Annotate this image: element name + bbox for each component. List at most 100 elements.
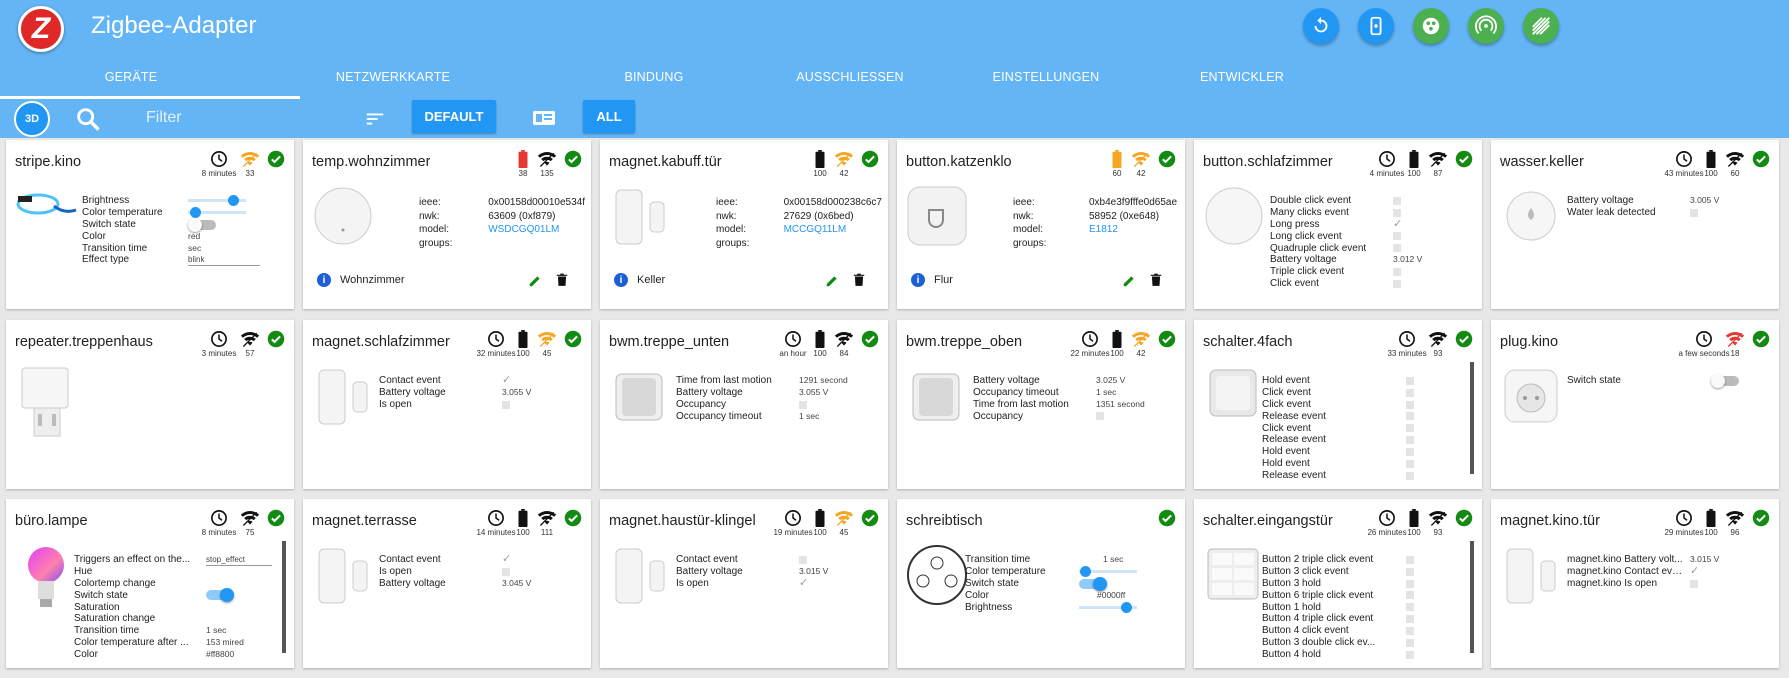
- device-card[interactable]: schreibtisch Transition time Color temper…: [897, 499, 1185, 668]
- checkbox[interactable]: [1406, 650, 1414, 659]
- checkbox[interactable]: [1690, 579, 1698, 588]
- checkbox[interactable]: [799, 555, 807, 564]
- checkbox[interactable]: [1406, 459, 1414, 468]
- device-card[interactable]: bwm.treppe_oben 22 minutes 100 42 Battery …: [897, 320, 1185, 489]
- touchlink-button[interactable]: [1413, 8, 1449, 44]
- tab-1[interactable]: NETZWERKKARTE: [293, 70, 493, 84]
- device-card[interactable]: magnet.terrasse 14 minutes 100 111 Contact…: [303, 499, 591, 668]
- info-icon[interactable]: i: [614, 273, 628, 287]
- device-card[interactable]: magnet.kabuff.tür 100 42 ieee: 0x00158d000…: [600, 140, 888, 309]
- state-slider[interactable]: [1079, 566, 1137, 578]
- checkbox[interactable]: [1406, 591, 1414, 600]
- device-card[interactable]: schalter.4fach 33 minutes 93 Hold event Cl…: [1194, 320, 1482, 489]
- checkbox[interactable]: [1406, 627, 1414, 636]
- device-name: repeater.treppenhaus: [15, 334, 153, 350]
- checkbox[interactable]: [1393, 279, 1401, 288]
- state-scrollbar[interactable]: [282, 541, 286, 653]
- state-value: 1 sec: [1103, 554, 1124, 564]
- checkbox[interactable]: [799, 400, 807, 409]
- state-list: Switch state: [1567, 375, 1685, 387]
- checkbox[interactable]: [1406, 388, 1414, 397]
- tab-2[interactable]: BINDUNG: [554, 70, 754, 84]
- device-card[interactable]: temp.wohnzimmer 38 135 ieee: 0x00158d00010…: [303, 140, 591, 309]
- default-view-button[interactable]: DEFAULT: [412, 100, 496, 133]
- edit-icon[interactable]: [1122, 274, 1136, 293]
- effect-select[interactable]: stop_effect: [206, 554, 272, 566]
- state-scrollbar[interactable]: [1470, 541, 1474, 653]
- delete-icon[interactable]: [556, 273, 568, 292]
- switch-toggle[interactable]: [1711, 373, 1739, 388]
- checkbox[interactable]: [1406, 376, 1414, 385]
- refresh-button[interactable]: [1303, 8, 1339, 44]
- model-link[interactable]: MCCGQ11LM: [784, 224, 886, 236]
- model-link[interactable]: WSDCGQ01LM: [488, 224, 589, 236]
- device-card[interactable]: büro.lampe 8 minutes 75 Triggers an effec…: [6, 499, 294, 668]
- filter-input[interactable]: [146, 107, 346, 129]
- tab-4[interactable]: EINSTELLUNGEN: [946, 70, 1146, 84]
- tab-3[interactable]: AUSSCHLIESSEN: [750, 70, 950, 84]
- device-card[interactable]: button.katzenklo 60 42 ieee: 0xb4e3f9fffe0…: [897, 140, 1185, 309]
- checkbox[interactable]: [1406, 471, 1414, 480]
- device-card[interactable]: magnet.kino.tür 29 minutes 100 96 magnet.k…: [1491, 499, 1779, 668]
- link-quality-icon: [240, 511, 260, 526]
- checkbox[interactable]: [1393, 196, 1401, 205]
- checkbox[interactable]: [1393, 232, 1401, 241]
- tab-5[interactable]: ENTWICKLER: [1142, 70, 1342, 84]
- state-label: Button 3 hold: [1262, 577, 1321, 589]
- checkbox[interactable]: [1690, 208, 1698, 217]
- card-view-icon[interactable]: [532, 109, 556, 127]
- checkbox[interactable]: [1406, 448, 1414, 457]
- effect-select[interactable]: blink: [188, 254, 260, 267]
- checkbox[interactable]: [1406, 400, 1414, 409]
- edit-icon[interactable]: [528, 274, 542, 293]
- state-label: Color: [82, 230, 106, 242]
- state-slider[interactable]: [188, 207, 246, 219]
- sort-icon[interactable]: [364, 108, 386, 130]
- switch-toggle[interactable]: [188, 217, 216, 232]
- 3d-view-button[interactable]: 3D: [14, 101, 50, 137]
- permit-join-button[interactable]: [1468, 8, 1504, 44]
- device-card[interactable]: schalter.eingangstür 26 minutes 100 93 But…: [1194, 499, 1482, 668]
- checkbox[interactable]: [1393, 244, 1401, 253]
- checkbox[interactable]: [502, 400, 510, 409]
- checkbox[interactable]: [1393, 268, 1401, 277]
- last-seen-text: 4 minutes: [1369, 169, 1405, 178]
- delete-icon[interactable]: [853, 273, 865, 292]
- switch-toggle[interactable]: [206, 588, 234, 603]
- info-icon[interactable]: i: [911, 273, 925, 287]
- checkbox[interactable]: [1406, 615, 1414, 624]
- pair-device-button[interactable]: [1358, 8, 1394, 44]
- network-map-button[interactable]: [1523, 8, 1559, 44]
- device-card[interactable]: plug.kino a few seconds 18 Switch state: [1491, 320, 1779, 489]
- state-scrollbar[interactable]: [1470, 362, 1474, 474]
- checkbox[interactable]: [1406, 555, 1414, 564]
- device-card[interactable]: bwm.treppe_unten an hour 100 84 Time from …: [600, 320, 888, 489]
- device-card[interactable]: stripe.kino 8 minutes 33 Brightness Color …: [6, 140, 294, 309]
- checkbox[interactable]: [1393, 208, 1401, 217]
- device-card[interactable]: magnet.haustür-klingel 19 minutes 100 45 C…: [600, 499, 888, 668]
- search-icon[interactable]: [74, 105, 102, 133]
- checkbox[interactable]: [502, 567, 510, 576]
- tab-0[interactable]: GERÄTE: [31, 70, 231, 84]
- edit-icon[interactable]: [825, 274, 839, 293]
- model-link[interactable]: E1812: [1089, 224, 1181, 236]
- all-filter-button[interactable]: ALL: [583, 100, 635, 133]
- checkbox[interactable]: [1406, 424, 1414, 433]
- switch-toggle[interactable]: [1079, 576, 1107, 591]
- checkbox[interactable]: [1406, 579, 1414, 588]
- device-card[interactable]: button.schlafzimmer 4 minutes 100 87 Doubl…: [1194, 140, 1482, 309]
- device-card[interactable]: magnet.schlafzimmer 32 minutes 100 45 Cont…: [303, 320, 591, 489]
- checkbox[interactable]: [1406, 436, 1414, 445]
- delete-icon[interactable]: [1150, 273, 1162, 292]
- device-card[interactable]: wasser.keller 43 minutes 100 60 Battery vo…: [1491, 140, 1779, 309]
- state-slider[interactable]: [1079, 601, 1137, 613]
- state-slider[interactable]: [188, 195, 246, 207]
- checkbox[interactable]: [1096, 412, 1104, 421]
- checkbox[interactable]: [1406, 603, 1414, 612]
- checkbox[interactable]: [1406, 638, 1414, 647]
- state-values: 1291 second 3.055 V 1 sec: [799, 375, 848, 423]
- info-icon[interactable]: i: [317, 273, 331, 287]
- checkbox[interactable]: [1406, 412, 1414, 421]
- checkbox[interactable]: [1406, 567, 1414, 576]
- device-card[interactable]: repeater.treppenhaus 3 minutes 57: [6, 320, 294, 489]
